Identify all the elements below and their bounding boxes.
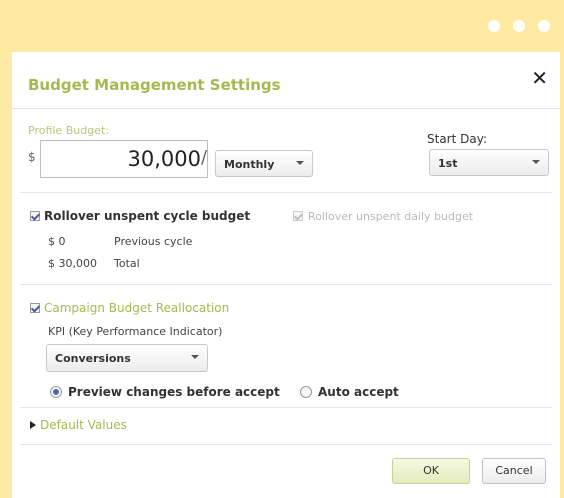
start-day-label: Start Day:	[427, 132, 487, 146]
ok-button[interactable]: OK	[392, 458, 470, 484]
preview-changes-label: Preview changes before accept	[68, 385, 280, 399]
total-amount: $ 30,000	[48, 257, 97, 270]
chevron-down-icon	[191, 355, 199, 359]
divider	[20, 284, 552, 285]
divider	[20, 444, 552, 445]
rollover-cycle-label: Rollover unspent cycle budget	[44, 209, 251, 223]
kpi-select[interactable]: Conversions	[46, 344, 208, 372]
rollover-cycle-checkbox[interactable]	[30, 211, 40, 221]
reallocation-label: Campaign Budget Reallocation	[44, 301, 230, 315]
dialog-title: Budget Management Settings	[28, 76, 281, 94]
rollover-daily-checkbox[interactable]	[293, 211, 303, 221]
default-values-toggle[interactable]: Default Values	[40, 418, 127, 432]
start-day-select[interactable]: 1st	[429, 149, 549, 176]
cancel-button[interactable]: Cancel	[482, 458, 546, 484]
window-dot-icon[interactable]	[513, 20, 525, 32]
total-desc: Total	[114, 257, 140, 270]
currency-symbol: $	[28, 150, 36, 164]
start-day-value: 1st	[438, 157, 458, 170]
previous-cycle-desc: Previous cycle	[114, 235, 193, 248]
window-dot-icon[interactable]	[538, 20, 550, 32]
close-icon[interactable]: ✕	[531, 66, 548, 90]
budget-amount-input[interactable]	[40, 140, 208, 178]
divider	[12, 108, 560, 109]
auto-accept-label: Auto accept	[318, 385, 399, 399]
kpi-value: Conversions	[55, 352, 131, 365]
preview-changes-radio[interactable]	[50, 386, 62, 398]
divider	[20, 192, 552, 193]
budget-settings-dialog: Budget Management Settings ✕ Profile Bud…	[12, 52, 560, 498]
amount-period-separator: /	[201, 147, 208, 168]
budget-period-select[interactable]: Monthly	[215, 150, 313, 177]
chevron-down-icon	[296, 161, 304, 165]
window-frame: Budget Management Settings ✕ Profile Bud…	[0, 0, 564, 498]
reallocation-checkbox[interactable]	[30, 303, 40, 313]
previous-cycle-amount: $ 0	[48, 235, 66, 248]
window-controls	[488, 20, 550, 32]
chevron-down-icon	[532, 160, 540, 164]
kpi-label: KPI (Key Performance Indicator)	[48, 325, 223, 338]
profile-budget-label: Profile Budget:	[28, 124, 109, 137]
window-dot-icon[interactable]	[488, 20, 500, 32]
expand-triangle-icon[interactable]	[30, 421, 36, 429]
auto-accept-radio[interactable]	[300, 386, 312, 398]
budget-period-value: Monthly	[224, 158, 275, 171]
divider	[20, 407, 552, 408]
rollover-daily-label: Rollover unspent daily budget	[308, 210, 474, 223]
